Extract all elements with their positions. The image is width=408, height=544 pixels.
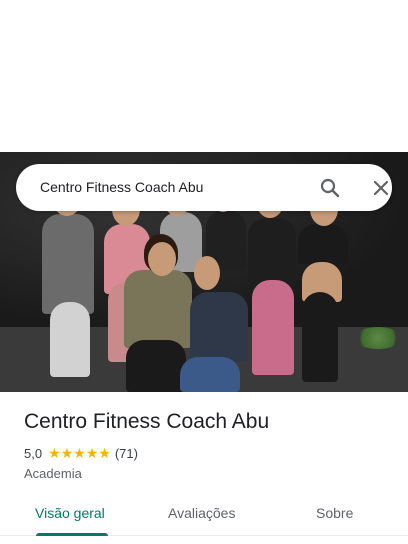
photo-person <box>124 270 192 348</box>
photo-person <box>298 224 348 264</box>
tab-active-indicator <box>36 533 108 536</box>
tab-bar: Visão geral Avaliações Sobre <box>0 496 408 536</box>
tab-overview[interactable]: Visão geral <box>35 505 105 521</box>
photo-person <box>190 292 248 362</box>
photo-person <box>50 302 90 377</box>
photo-person <box>148 242 176 276</box>
photo-person <box>126 340 186 392</box>
photo-person <box>302 292 338 382</box>
search-input[interactable]: Centro Fitness Coach Abu <box>40 179 203 195</box>
review-count[interactable]: (71) <box>115 446 138 461</box>
tab-reviews[interactable]: Avaliações <box>168 505 235 521</box>
rating-row[interactable]: 5,0 ★★★★★ (71) <box>24 445 138 462</box>
photo-person <box>248 218 296 288</box>
tab-about[interactable]: Sobre <box>316 505 353 521</box>
photo-plant <box>354 327 402 349</box>
search-bar[interactable]: Centro Fitness Coach Abu <box>16 164 392 211</box>
blank-area <box>0 0 408 152</box>
rating-value: 5,0 <box>24 446 43 461</box>
photo-person <box>42 214 94 314</box>
search-icon[interactable] <box>318 176 342 200</box>
photo-person <box>194 256 220 290</box>
photo-person <box>180 357 240 392</box>
close-icon[interactable] <box>369 176 393 200</box>
star-rating-icon: ★★★★★ <box>48 445 111 461</box>
place-category[interactable]: Academia <box>24 466 82 481</box>
place-title: Centro Fitness Coach Abu <box>24 410 270 433</box>
photo-person <box>252 280 294 375</box>
